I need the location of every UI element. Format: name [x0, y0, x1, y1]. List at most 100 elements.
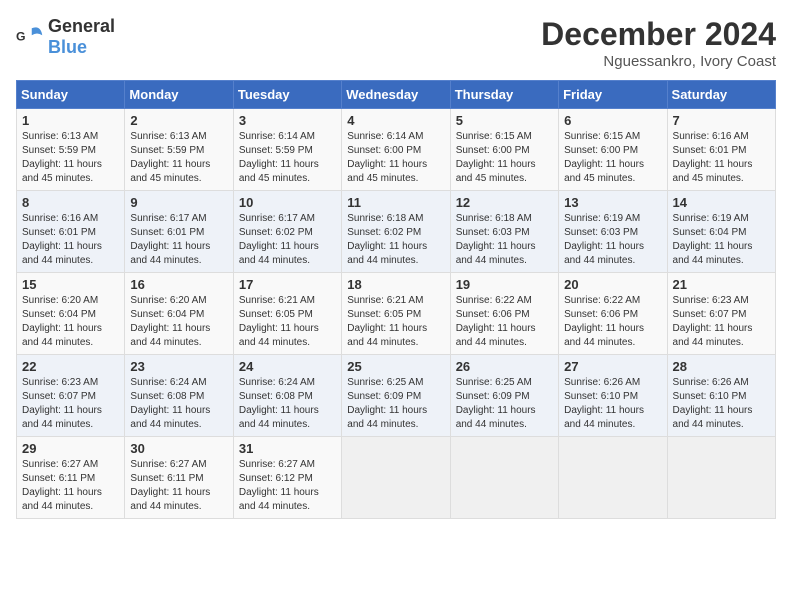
day-number: 24	[239, 359, 336, 374]
table-row: 3 Sunrise: 6:14 AMSunset: 5:59 PMDayligh…	[233, 109, 341, 191]
table-row: 26 Sunrise: 6:25 AMSunset: 6:09 PMDaylig…	[450, 355, 558, 437]
day-info: Sunrise: 6:13 AMSunset: 5:59 PMDaylight:…	[130, 131, 210, 184]
table-row: 16 Sunrise: 6:20 AMSunset: 6:04 PMDaylig…	[125, 273, 233, 355]
day-info: Sunrise: 6:21 AMSunset: 6:05 PMDaylight:…	[347, 295, 427, 348]
logo-blue: Blue	[48, 37, 87, 57]
day-info: Sunrise: 6:17 AMSunset: 6:01 PMDaylight:…	[130, 213, 210, 266]
calendar-week-row: 29 Sunrise: 6:27 AMSunset: 6:11 PMDaylig…	[17, 437, 776, 519]
day-number: 16	[130, 277, 227, 292]
day-number: 23	[130, 359, 227, 374]
calendar-week-row: 22 Sunrise: 6:23 AMSunset: 6:07 PMDaylig…	[17, 355, 776, 437]
header-thursday: Thursday	[450, 81, 558, 109]
logo-general: General	[48, 16, 115, 36]
day-number: 10	[239, 195, 336, 210]
svg-text:G: G	[16, 30, 26, 44]
day-number: 5	[456, 113, 553, 128]
table-row	[559, 437, 667, 519]
logo: G General Blue	[16, 16, 115, 58]
day-number: 9	[130, 195, 227, 210]
day-number: 3	[239, 113, 336, 128]
day-number: 18	[347, 277, 444, 292]
table-row: 12 Sunrise: 6:18 AMSunset: 6:03 PMDaylig…	[450, 191, 558, 273]
table-row	[667, 437, 775, 519]
table-row: 25 Sunrise: 6:25 AMSunset: 6:09 PMDaylig…	[342, 355, 450, 437]
day-number: 7	[673, 113, 770, 128]
day-number: 30	[130, 441, 227, 456]
table-row: 5 Sunrise: 6:15 AMSunset: 6:00 PMDayligh…	[450, 109, 558, 191]
table-row: 6 Sunrise: 6:15 AMSunset: 6:00 PMDayligh…	[559, 109, 667, 191]
day-info: Sunrise: 6:23 AMSunset: 6:07 PMDaylight:…	[22, 377, 102, 430]
day-info: Sunrise: 6:27 AMSunset: 6:11 PMDaylight:…	[130, 459, 210, 512]
day-info: Sunrise: 6:22 AMSunset: 6:06 PMDaylight:…	[564, 295, 644, 348]
day-info: Sunrise: 6:25 AMSunset: 6:09 PMDaylight:…	[456, 377, 536, 430]
location-title: Nguessankro, Ivory Coast	[541, 53, 776, 70]
day-number: 11	[347, 195, 444, 210]
day-info: Sunrise: 6:27 AMSunset: 6:12 PMDaylight:…	[239, 459, 319, 512]
day-number: 4	[347, 113, 444, 128]
day-number: 15	[22, 277, 119, 292]
table-row: 9 Sunrise: 6:17 AMSunset: 6:01 PMDayligh…	[125, 191, 233, 273]
day-info: Sunrise: 6:17 AMSunset: 6:02 PMDaylight:…	[239, 213, 319, 266]
day-info: Sunrise: 6:26 AMSunset: 6:10 PMDaylight:…	[564, 377, 644, 430]
table-row: 21 Sunrise: 6:23 AMSunset: 6:07 PMDaylig…	[667, 273, 775, 355]
day-number: 2	[130, 113, 227, 128]
table-row: 14 Sunrise: 6:19 AMSunset: 6:04 PMDaylig…	[667, 191, 775, 273]
table-row: 22 Sunrise: 6:23 AMSunset: 6:07 PMDaylig…	[17, 355, 125, 437]
header-monday: Monday	[125, 81, 233, 109]
day-info: Sunrise: 6:14 AMSunset: 5:59 PMDaylight:…	[239, 131, 319, 184]
day-number: 19	[456, 277, 553, 292]
table-row: 27 Sunrise: 6:26 AMSunset: 6:10 PMDaylig…	[559, 355, 667, 437]
day-number: 29	[22, 441, 119, 456]
table-row: 15 Sunrise: 6:20 AMSunset: 6:04 PMDaylig…	[17, 273, 125, 355]
header-sunday: Sunday	[17, 81, 125, 109]
day-info: Sunrise: 6:22 AMSunset: 6:06 PMDaylight:…	[456, 295, 536, 348]
table-row: 31 Sunrise: 6:27 AMSunset: 6:12 PMDaylig…	[233, 437, 341, 519]
page-header: G General Blue December 2024 Nguessankro…	[16, 16, 776, 70]
header-friday: Friday	[559, 81, 667, 109]
day-info: Sunrise: 6:24 AMSunset: 6:08 PMDaylight:…	[239, 377, 319, 430]
day-info: Sunrise: 6:16 AMSunset: 6:01 PMDaylight:…	[673, 131, 753, 184]
day-info: Sunrise: 6:23 AMSunset: 6:07 PMDaylight:…	[673, 295, 753, 348]
table-row: 18 Sunrise: 6:21 AMSunset: 6:05 PMDaylig…	[342, 273, 450, 355]
calendar-week-row: 15 Sunrise: 6:20 AMSunset: 6:04 PMDaylig…	[17, 273, 776, 355]
day-info: Sunrise: 6:18 AMSunset: 6:03 PMDaylight:…	[456, 213, 536, 266]
calendar-week-row: 8 Sunrise: 6:16 AMSunset: 6:01 PMDayligh…	[17, 191, 776, 273]
day-number: 1	[22, 113, 119, 128]
day-number: 17	[239, 277, 336, 292]
table-row: 30 Sunrise: 6:27 AMSunset: 6:11 PMDaylig…	[125, 437, 233, 519]
day-number: 27	[564, 359, 661, 374]
header-wednesday: Wednesday	[342, 81, 450, 109]
day-number: 20	[564, 277, 661, 292]
table-row: 1 Sunrise: 6:13 AMSunset: 5:59 PMDayligh…	[17, 109, 125, 191]
calendar-header-row: Sunday Monday Tuesday Wednesday Thursday…	[17, 81, 776, 109]
day-info: Sunrise: 6:19 AMSunset: 6:04 PMDaylight:…	[673, 213, 753, 266]
table-row: 8 Sunrise: 6:16 AMSunset: 6:01 PMDayligh…	[17, 191, 125, 273]
day-info: Sunrise: 6:15 AMSunset: 6:00 PMDaylight:…	[456, 131, 536, 184]
day-number: 13	[564, 195, 661, 210]
calendar-table: Sunday Monday Tuesday Wednesday Thursday…	[16, 80, 776, 519]
day-info: Sunrise: 6:16 AMSunset: 6:01 PMDaylight:…	[22, 213, 102, 266]
day-info: Sunrise: 6:20 AMSunset: 6:04 PMDaylight:…	[130, 295, 210, 348]
day-number: 6	[564, 113, 661, 128]
day-info: Sunrise: 6:26 AMSunset: 6:10 PMDaylight:…	[673, 377, 753, 430]
table-row: 4 Sunrise: 6:14 AMSunset: 6:00 PMDayligh…	[342, 109, 450, 191]
logo-icon: G	[16, 23, 44, 51]
table-row: 20 Sunrise: 6:22 AMSunset: 6:06 PMDaylig…	[559, 273, 667, 355]
table-row: 24 Sunrise: 6:24 AMSunset: 6:08 PMDaylig…	[233, 355, 341, 437]
day-info: Sunrise: 6:18 AMSunset: 6:02 PMDaylight:…	[347, 213, 427, 266]
day-number: 31	[239, 441, 336, 456]
day-info: Sunrise: 6:25 AMSunset: 6:09 PMDaylight:…	[347, 377, 427, 430]
table-row: 29 Sunrise: 6:27 AMSunset: 6:11 PMDaylig…	[17, 437, 125, 519]
day-number: 26	[456, 359, 553, 374]
table-row: 10 Sunrise: 6:17 AMSunset: 6:02 PMDaylig…	[233, 191, 341, 273]
table-row: 11 Sunrise: 6:18 AMSunset: 6:02 PMDaylig…	[342, 191, 450, 273]
table-row: 13 Sunrise: 6:19 AMSunset: 6:03 PMDaylig…	[559, 191, 667, 273]
day-info: Sunrise: 6:24 AMSunset: 6:08 PMDaylight:…	[130, 377, 210, 430]
title-block: December 2024 Nguessankro, Ivory Coast	[541, 16, 776, 70]
day-number: 12	[456, 195, 553, 210]
day-number: 8	[22, 195, 119, 210]
table-row	[450, 437, 558, 519]
table-row	[342, 437, 450, 519]
table-row: 19 Sunrise: 6:22 AMSunset: 6:06 PMDaylig…	[450, 273, 558, 355]
day-number: 14	[673, 195, 770, 210]
